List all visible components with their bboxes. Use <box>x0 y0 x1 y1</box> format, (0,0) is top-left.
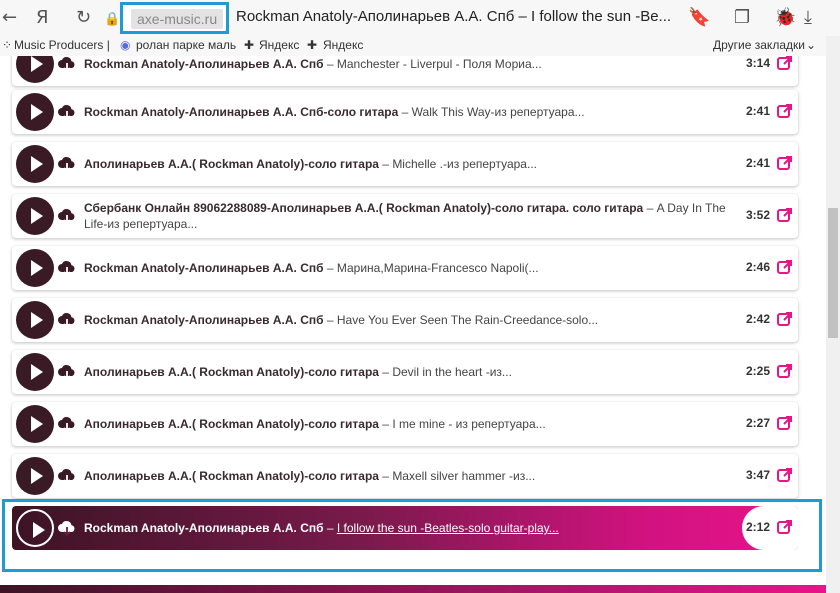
track-title[interactable]: Rockman Anatoly-Аполинарьев А.А. Спб – M… <box>84 56 734 80</box>
track-title[interactable]: Rockman Anatoly-Аполинарьев А.А. Спб-сол… <box>84 96 734 128</box>
track-name: Maxell silver hammer -из... <box>392 469 536 483</box>
track-title[interactable]: Аполинарьев А.А.( Rockman Anatoly)-соло … <box>84 148 734 180</box>
track-name: Michelle .-из репертуара... <box>392 157 537 171</box>
track-artist: Rockman Anatoly-Аполинарьев А.А. Спб <box>84 261 324 275</box>
other-bookmarks[interactable]: Другие закладки <box>713 38 805 52</box>
track-name: Manchester - Liverpul - Поля Мориа... <box>336 57 542 71</box>
play-button[interactable] <box>16 457 54 495</box>
track-artist: Rockman Anatoly-Аполинарьев А.А. Спб-сол… <box>84 105 399 119</box>
apps-icon[interactable]: ⁘ <box>2 38 12 52</box>
share-icon[interactable] <box>776 466 794 484</box>
back-icon[interactable]: ← <box>2 8 17 28</box>
track-name: I me mine - из репертуара... <box>392 417 546 431</box>
bookmark-icon[interactable]: 🔖 <box>688 8 710 28</box>
track-row[interactable]: Аполинарьев А.А.( Rockman Anatoly)-соло … <box>12 402 798 446</box>
track-duration: 2:27 <box>746 416 771 430</box>
play-button[interactable] <box>16 56 54 83</box>
track-row[interactable]: Аполинарьев А.А.( Rockman Anatoly)-соло … <box>12 454 798 498</box>
download-cloud-icon[interactable] <box>57 258 77 278</box>
url-bar[interactable]: axe-music.ru <box>120 2 229 34</box>
track-row[interactable]: Сбербанк Онлайн 89062288089-Аполинарьев … <box>12 194 798 238</box>
track-artist: Аполинарьев А.А.( Rockman Anatoly)-соло … <box>84 417 379 431</box>
chevron-down-icon[interactable]: ⌄ <box>806 38 816 52</box>
download-cloud-icon[interactable] <box>57 206 77 226</box>
track-artist: Аполинарьев А.А.( Rockman Anatoly)-соло … <box>84 365 379 379</box>
reload-icon[interactable]: ↻ <box>76 8 91 28</box>
play-button[interactable] <box>16 197 54 235</box>
track-duration: 2:46 <box>746 260 771 274</box>
share-icon[interactable] <box>776 56 794 72</box>
download-cloud-icon[interactable] <box>57 362 77 382</box>
collections-icon[interactable]: ❐ <box>734 8 750 28</box>
download-cloud-icon[interactable] <box>57 310 77 330</box>
extension-icon[interactable]: 🐞 <box>774 8 796 28</box>
download-cloud-icon[interactable] <box>57 154 77 174</box>
share-icon[interactable] <box>776 102 794 120</box>
share-icon[interactable] <box>776 414 794 432</box>
track-title[interactable]: Сбербанк Онлайн 89062288089-Аполинарьев … <box>84 200 734 232</box>
share-icon[interactable] <box>776 362 794 380</box>
bookmark-item[interactable]: ролан парке маль <box>136 38 236 52</box>
track-artist: Аполинарьев А.А.( Rockman Anatoly)-соло … <box>84 469 379 483</box>
download-cloud-icon[interactable] <box>57 56 77 74</box>
track-duration: 2:25 <box>746 364 771 378</box>
download-cloud-icon[interactable] <box>57 414 77 434</box>
bookmark-item[interactable]: Яндекс <box>323 38 363 52</box>
track-title[interactable]: Аполинарьев А.А.( Rockman Anatoly)-соло … <box>84 408 734 440</box>
play-button[interactable] <box>16 249 54 287</box>
download-cloud-icon[interactable] <box>57 466 77 486</box>
track-artist: Сбербанк Онлайн 89062288089-Аполинарьев … <box>84 201 644 215</box>
share-icon[interactable] <box>776 206 794 224</box>
yandex-favicon-icon: ✚ <box>307 38 318 52</box>
track-row[interactable]: Аполинарьев А.А.( Rockman Anatoly)-соло … <box>12 350 798 394</box>
scrollbar-thumb[interactable] <box>828 208 838 338</box>
url-text: axe-music.ru <box>131 9 224 29</box>
download-cloud-icon[interactable] <box>57 102 77 122</box>
bookmark-favicon-icon: ◉ <box>120 38 131 52</box>
play-button[interactable] <box>16 301 54 339</box>
track-duration: 2:41 <box>746 104 771 118</box>
share-icon[interactable] <box>776 258 794 276</box>
bookmark-item[interactable]: Music Producers | <box>14 38 110 52</box>
track-title[interactable]: Rockman Anatoly-Аполинарьев А.А. Спб – М… <box>84 252 734 284</box>
track-title[interactable]: Аполинарьев А.А.( Rockman Anatoly)-соло … <box>84 356 734 388</box>
track-duration: 3:52 <box>746 208 771 222</box>
track-duration: 2:41 <box>746 156 771 170</box>
track-title[interactable]: Rockman Anatoly-Аполинарьев А.А. Спб – H… <box>84 304 734 336</box>
bookmarks-bar: ⁘ Music Producers | ◉ ролан парке маль ✚… <box>0 36 840 56</box>
track-duration: 2:42 <box>746 312 771 326</box>
share-icon[interactable] <box>776 154 794 172</box>
highlight-frame <box>2 499 822 572</box>
play-button[interactable] <box>16 145 54 183</box>
track-name: Walk This Way-из репертуара... <box>411 105 585 119</box>
track-artist: Rockman Anatoly-Аполинарьев А.А. Спб <box>84 313 324 327</box>
share-icon[interactable] <box>776 310 794 328</box>
track-row[interactable]: Rockman Anatoly-Аполинарьев А.А. Спб – М… <box>12 246 798 290</box>
track-name: Devil in the heart -из... <box>392 365 512 379</box>
page-title: Rockman Anatoly-Аполинарьев А.А. Спб – I… <box>236 8 672 25</box>
track-row[interactable]: Rockman Anatoly-Аполинарьев А.А. Спб – M… <box>12 56 798 86</box>
track-row[interactable]: Rockman Anatoly-Аполинарьев А.А. Спб-сол… <box>12 90 798 134</box>
yandex-favicon-icon: ✚ <box>244 38 255 52</box>
lock-icon: 🔒 <box>104 12 121 27</box>
player-bar <box>0 585 826 593</box>
browser-toolbar: ← Я ↻ 🔒 axe-music.ru Rockman Anatoly-Апо… <box>0 0 840 36</box>
play-button[interactable] <box>16 405 54 443</box>
download-icon[interactable]: ⤓ <box>804 8 812 28</box>
bookmark-item[interactable]: Яндекс <box>259 38 299 52</box>
play-button[interactable] <box>16 353 54 391</box>
track-title[interactable]: Аполинарьев А.А.( Rockman Anatoly)-соло … <box>84 460 734 492</box>
yandex-icon[interactable]: Я <box>36 8 49 28</box>
track-artist: Аполинарьев А.А.( Rockman Anatoly)-соло … <box>84 157 379 171</box>
track-name: Марина,Марина-Francesco Napoli(... <box>336 261 539 275</box>
track-row[interactable]: Аполинарьев А.А.( Rockman Anatoly)-соло … <box>12 142 798 186</box>
play-button[interactable] <box>16 93 54 131</box>
track-row[interactable]: Rockman Anatoly-Аполинарьев А.А. Спб – H… <box>12 298 798 342</box>
track-name: Have You Ever Seen The Rain-Creedance-so… <box>336 313 599 327</box>
track-artist: Rockman Anatoly-Аполинарьев А.А. Спб <box>84 57 324 71</box>
track-duration: 3:14 <box>746 56 771 70</box>
track-duration: 3:47 <box>746 468 771 482</box>
